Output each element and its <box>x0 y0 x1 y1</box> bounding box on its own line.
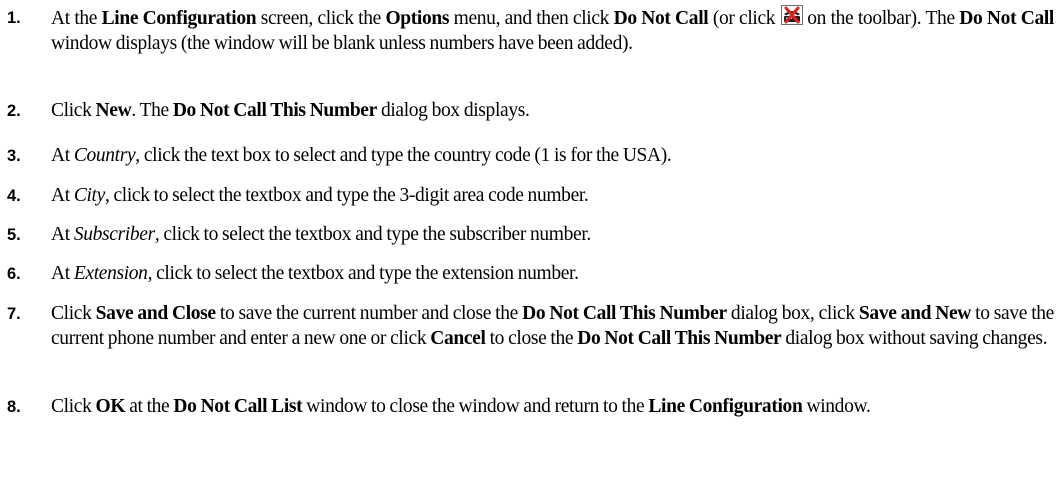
text-run: window to close the window and return to… <box>302 396 649 417</box>
step-text: Click New. The Do Not Call This Number d… <box>51 98 1054 123</box>
text-run: Click <box>51 100 96 121</box>
field-name: Subscriber <box>73 224 155 245</box>
text-run: . The <box>131 100 173 121</box>
step-4: 4. At City, click to select the textbox … <box>0 183 1059 209</box>
text-run: dialog box, click <box>726 303 859 324</box>
step-1: 1. At the Line Configuration screen, cli… <box>0 5 1059 85</box>
text-run: Click <box>51 303 96 324</box>
button-name: OK <box>95 396 126 417</box>
text-run: window displays (the window will be blan… <box>51 33 633 54</box>
step-text: At Subscriber, click to select the textb… <box>51 222 1054 247</box>
field-name: City <box>73 185 105 206</box>
step-number: 5. <box>7 226 21 244</box>
step-number: 2. <box>7 102 21 120</box>
instruction-document: 1. At the Line Configuration screen, cli… <box>0 0 1059 489</box>
window-name: Do Not Call List <box>173 396 303 417</box>
text-run: At <box>51 145 74 166</box>
button-name: Save and Close <box>95 303 216 324</box>
step-2: 2. Click New. The Do Not Call This Numbe… <box>0 98 1059 124</box>
step-8: 8. Click OK at the Do Not Call List wind… <box>0 394 1059 446</box>
text-run: dialog box without saving changes. <box>781 328 1048 349</box>
text-run: to close the <box>485 328 578 349</box>
step-text: At Extension, click to select the textbo… <box>51 261 1054 286</box>
step-number: 6. <box>7 265 21 283</box>
step-number: 1. <box>7 9 21 27</box>
text-run: , click the text box to select and type … <box>135 145 672 166</box>
step-5: 5. At Subscriber, click to select the te… <box>0 222 1059 248</box>
screen-name: Line Configuration <box>101 8 257 29</box>
step-7: 7. Click Save and Close to save the curr… <box>0 301 1059 381</box>
text-run: Click <box>51 396 96 417</box>
step-number: 4. <box>7 187 21 205</box>
window-name: Do Not Call <box>959 8 1054 29</box>
step-text: Click OK at the Do Not Call List window … <box>51 394 1054 419</box>
do-not-call-icon <box>780 5 803 25</box>
step-3: 3. At Country, click the text box to sel… <box>0 143 1059 169</box>
menu-item-name: Do Not Call <box>613 8 709 29</box>
text-run: , click to select the textbox and type t… <box>147 263 579 284</box>
text-run: At <box>51 224 74 245</box>
text-run: on the toolbar). The <box>802 8 960 29</box>
step-text: Click Save and Close to save the current… <box>51 301 1054 351</box>
dialog-name: Do Not Call This Number <box>522 303 727 324</box>
text-run: to save the current number and close the <box>215 303 523 324</box>
dialog-name: Do Not Call This Number <box>172 100 377 121</box>
text-run: at the <box>125 396 174 417</box>
button-name: Cancel <box>430 328 486 349</box>
step-text: At the Line Configuration screen, click … <box>51 5 1054 56</box>
menu-name: Options <box>385 8 450 29</box>
step-text: At City, click to select the textbox and… <box>51 183 1054 208</box>
text-run: At the <box>51 8 102 29</box>
step-number: 8. <box>7 398 21 416</box>
step-number: 7. <box>7 305 21 323</box>
text-run: , click to select the textbox and type t… <box>104 185 589 206</box>
step-6: 6. At Extension, click to select the tex… <box>0 261 1059 287</box>
step-number: 3. <box>7 147 21 165</box>
text-run: dialog box displays. <box>376 100 530 121</box>
field-name: Country <box>73 145 136 166</box>
field-name: Extension <box>73 263 148 284</box>
button-name: Save and New <box>858 303 972 324</box>
text-run: (or click <box>708 8 780 29</box>
text-run: menu, and then click <box>449 8 614 29</box>
text-run: screen, click the <box>256 8 386 29</box>
text-run: At <box>51 185 74 206</box>
dialog-name: Do Not Call This Number <box>577 328 782 349</box>
text-run: , click to select the textbox and type t… <box>154 224 591 245</box>
text-run: window. <box>802 396 871 417</box>
step-text: At Country, click the text box to select… <box>51 143 1054 168</box>
text-run: At <box>51 263 74 284</box>
button-name: New <box>95 100 132 121</box>
window-name: Line Configuration <box>648 396 803 417</box>
